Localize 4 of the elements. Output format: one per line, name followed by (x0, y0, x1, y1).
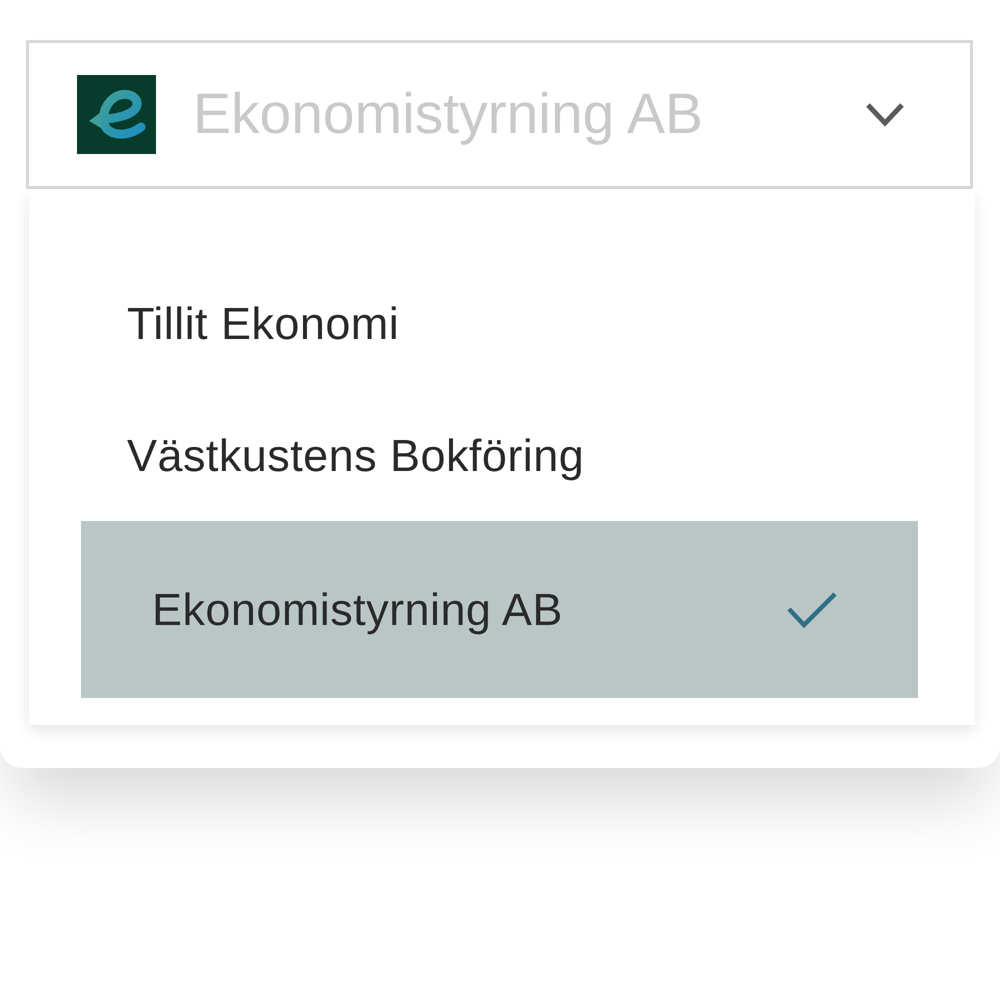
check-icon (787, 592, 837, 628)
chevron-down-icon (865, 102, 905, 127)
dropdown-option[interactable]: Ekonomistyrning AB (81, 521, 918, 698)
logo-icon (77, 75, 156, 154)
